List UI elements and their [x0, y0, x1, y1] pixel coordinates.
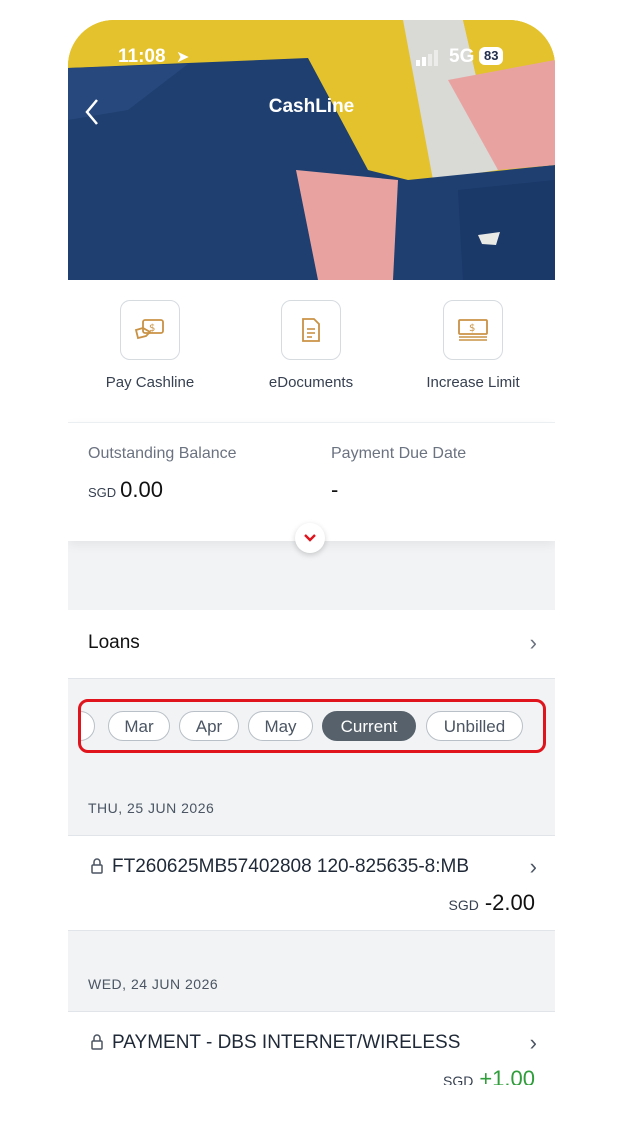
expand-chevron-down-icon[interactable]	[295, 523, 325, 553]
quick-actions: $ Pay Cashline eDocuments $ Increase Lim…	[68, 280, 555, 422]
month-pill-unbilled[interactable]: Unbilled	[426, 711, 523, 741]
transaction-amount: -2.00	[484, 890, 535, 915]
status-bar: 11:08 ➤ 5G 83	[68, 46, 555, 70]
month-filter: Mar Apr May Current Unbilled	[78, 699, 546, 753]
location-arrow-icon: ➤	[176, 49, 190, 66]
outstanding-balance: Outstanding Balance SGD 0.00	[88, 445, 237, 503]
transaction-amount: +1.00	[479, 1066, 535, 1085]
loans-label: Loans	[88, 632, 140, 653]
svg-text:$: $	[469, 323, 475, 334]
outstanding-balance-value: 0.00	[120, 477, 163, 502]
phone-screen: 11:08 ➤ 5G 83 CashLine $ Pay Cashline eD…	[68, 20, 555, 1085]
chevron-right-icon: ›	[529, 1030, 537, 1055]
increase-limit-button[interactable]: $ Increase Limit	[403, 300, 543, 391]
outstanding-balance-label: Outstanding Balance	[88, 445, 237, 462]
chevron-right-icon: ›	[529, 630, 537, 655]
pay-cashline-label: Pay Cashline	[105, 374, 195, 391]
payment-due-date-value: -	[331, 477, 339, 502]
transaction-description: PAYMENT - DBS INTERNET/WIRELESS	[112, 1032, 461, 1053]
currency-code: SGD	[448, 897, 479, 913]
transaction-description: FT260625MB57402808 120-825635-8:MB	[112, 856, 470, 877]
transaction-row[interactable]: FT260625MB57402808 120-825635-8:MB › SGD…	[68, 835, 555, 931]
month-pill-may[interactable]: May	[248, 711, 313, 741]
clock: 11:08	[118, 46, 166, 67]
transaction-row[interactable]: PAYMENT - DBS INTERNET/WIRELESS › SGD +1.…	[68, 1011, 555, 1085]
page-title: CashLine	[268, 96, 355, 117]
payment-due-date-label: Payment Due Date	[331, 445, 467, 462]
currency-code: SGD	[88, 485, 117, 500]
month-pill-apr[interactable]: Apr	[179, 711, 239, 741]
month-pill-mar[interactable]: Mar	[108, 711, 170, 741]
network-type: 5G	[449, 46, 475, 67]
increase-limit-label: Increase Limit	[426, 374, 520, 391]
month-pill-previous[interactable]	[81, 711, 95, 741]
document-icon	[281, 300, 341, 360]
month-pill-current[interactable]: Current	[322, 711, 416, 741]
battery-icon: 83	[479, 47, 504, 65]
chevron-right-icon: ›	[529, 854, 537, 879]
header-banner: 11:08 ➤ 5G 83 CashLine	[68, 20, 555, 280]
money-stack-icon: $	[443, 300, 503, 360]
edocuments-label: eDocuments	[268, 374, 354, 391]
edocuments-button[interactable]: eDocuments	[241, 300, 381, 391]
date-header: WED, 24 JUN 2026	[88, 976, 219, 992]
pay-cash-icon: $	[120, 300, 180, 360]
pay-cashline-button[interactable]: $ Pay Cashline	[80, 300, 220, 391]
payment-due-date: Payment Due Date -	[331, 445, 466, 503]
lock-icon	[90, 858, 104, 879]
loans-row[interactable]: Loans ›	[68, 610, 555, 679]
date-header: THU, 25 JUN 2026	[88, 800, 215, 816]
lock-icon	[90, 1034, 104, 1055]
currency-code: SGD	[442, 1073, 474, 1085]
